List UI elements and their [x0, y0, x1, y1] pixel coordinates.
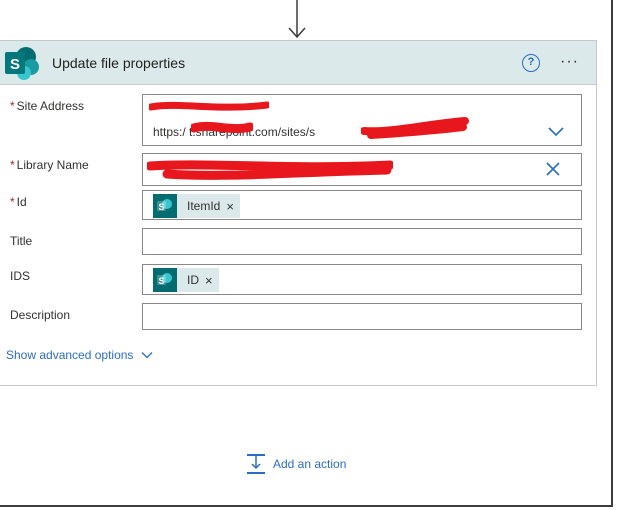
svg-text:S: S [158, 276, 164, 286]
chevron-down-icon [141, 352, 153, 359]
title-input[interactable] [142, 228, 582, 255]
site-address-label-text: Site Address [16, 99, 85, 113]
id-label: * Id [10, 195, 27, 209]
redaction-mark [191, 121, 253, 134]
sharepoint-icon: S [153, 194, 177, 218]
close-icon[interactable] [546, 162, 560, 176]
card-header[interactable]: S Update file properties ? ··· [0, 41, 596, 85]
dynamic-content-token-itemid[interactable]: S ItemId × [153, 194, 240, 218]
title-label: Title [10, 234, 33, 248]
svg-text:S: S [10, 56, 20, 73]
card-title: Update file properties [52, 55, 186, 71]
required-mark: * [10, 99, 15, 113]
library-name-dropdown[interactable] [142, 153, 582, 186]
ids-label: IDS [10, 269, 31, 283]
ids-input[interactable]: S ID × [142, 264, 582, 295]
add-action-label: Add an action [273, 457, 347, 471]
chevron-down-icon[interactable] [547, 125, 565, 137]
sharepoint-icon: S [153, 268, 177, 292]
library-name-label: * Library Name [10, 158, 89, 172]
description-input[interactable] [142, 303, 582, 330]
required-mark: * [10, 195, 15, 209]
show-advanced-options-link[interactable]: Show advanced options [6, 348, 153, 362]
redaction-mark [361, 117, 469, 139]
description-label: Description [10, 308, 71, 322]
more-options-icon[interactable]: ··· [560, 54, 579, 70]
dynamic-content-token-id[interactable]: S ID × [153, 268, 219, 292]
sharepoint-icon: S [5, 47, 39, 80]
token-label: ItemId [187, 199, 221, 213]
remove-token-button[interactable]: × [226, 199, 240, 214]
redaction-mark [149, 101, 269, 111]
arrow-down-icon [288, 0, 306, 39]
required-mark: * [10, 158, 15, 172]
action-card: S Update file properties ? ··· * Site Add… [0, 40, 597, 386]
id-label-text: Id [16, 195, 27, 209]
remove-token-button[interactable]: × [205, 273, 219, 288]
help-icon[interactable]: ? [522, 54, 540, 72]
advanced-options-label: Show advanced options [6, 348, 134, 362]
svg-text:S: S [158, 202, 164, 212]
redaction-mark [147, 160, 393, 180]
library-name-label-text: Library Name [16, 158, 89, 172]
add-action-icon [247, 454, 265, 474]
add-an-action-button[interactable]: Add an action [246, 453, 346, 475]
token-label: ID [187, 273, 199, 287]
site-address-label: * Site Address [10, 99, 84, 113]
site-address-dropdown[interactable]: https:/ t.sharepoint.com/sites/s [142, 94, 582, 146]
id-input[interactable]: S ItemId × [142, 190, 582, 220]
